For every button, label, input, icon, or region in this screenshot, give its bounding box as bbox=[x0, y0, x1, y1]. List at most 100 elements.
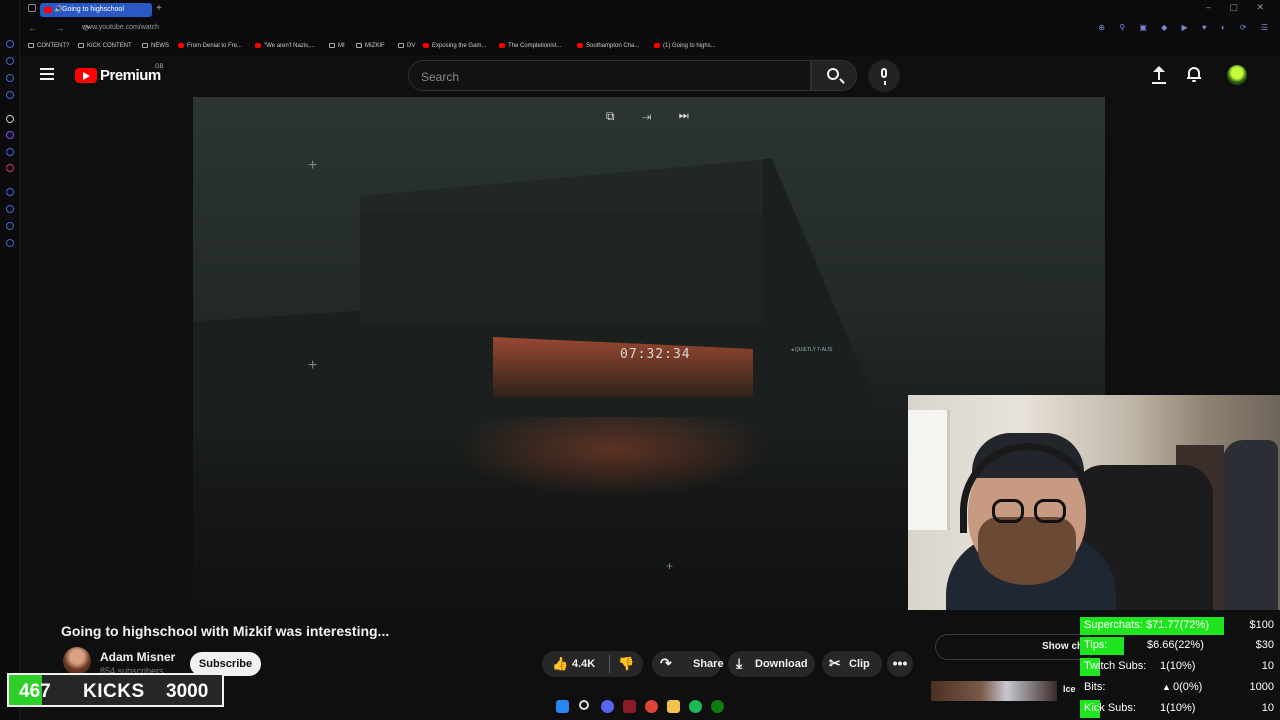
donation-label: Bits: bbox=[1084, 681, 1106, 693]
instagram-icon[interactable] bbox=[6, 164, 14, 172]
extension-icons[interactable]: ⊕ ⚲ ▣ ◆ ▶ ♥ ◐ ⟳ ☰ bbox=[1098, 23, 1274, 32]
donation-goal: 10 bbox=[1261, 702, 1274, 714]
bookmark-item[interactable]: From Denial to Fre... bbox=[178, 43, 242, 49]
bookmark-item[interactable]: MI bbox=[329, 43, 345, 49]
spotify-icon[interactable] bbox=[689, 700, 702, 713]
messenger-icon[interactable] bbox=[6, 148, 14, 156]
new-tab-button[interactable]: + bbox=[156, 3, 162, 14]
bookmark-item[interactable]: KICK CONTENT bbox=[78, 43, 132, 49]
tab-active[interactable]: 🔊 Going to highschool bbox=[40, 3, 152, 17]
folder-icon[interactable] bbox=[667, 700, 680, 713]
notifications-bell-icon[interactable] bbox=[1187, 66, 1201, 82]
tab-bar: 🔊 Going to highschool + – ▢ ✕ bbox=[20, 0, 1280, 19]
tab-title: Going to highschool bbox=[62, 6, 124, 13]
workspaces-icon[interactable] bbox=[28, 4, 36, 12]
search-icon bbox=[827, 68, 839, 80]
clip-button[interactable]: ✂ Clip bbox=[822, 651, 882, 677]
more-actions-button[interactable]: ••• bbox=[887, 651, 913, 677]
search-icon[interactable] bbox=[579, 700, 589, 710]
search-button[interactable] bbox=[811, 60, 857, 91]
crosshair-mark: + bbox=[666, 559, 674, 573]
like-count[interactable]: 4.4K bbox=[572, 658, 595, 670]
donation-label: Tips: bbox=[1084, 639, 1108, 651]
app-icon[interactable] bbox=[623, 700, 636, 713]
sidebar-shortcut-icon[interactable] bbox=[6, 57, 14, 65]
donation-value: 0(0%) bbox=[1173, 681, 1203, 693]
donation-row: Kick Subs: 1(10%) 10 bbox=[1080, 699, 1280, 719]
sidebar-shortcut-icon[interactable] bbox=[6, 74, 14, 82]
sidebar-shortcut-icon[interactable] bbox=[6, 91, 14, 99]
xbox-icon[interactable] bbox=[711, 700, 724, 713]
hamburger-menu-icon[interactable] bbox=[40, 68, 54, 80]
browser-sidebar bbox=[0, 0, 20, 720]
kicks-goal: 3000 bbox=[166, 681, 209, 702]
channel-avatar[interactable] bbox=[63, 647, 91, 675]
share-icon: ↷ bbox=[660, 655, 672, 671]
download-button[interactable]: ⤓ Download bbox=[728, 651, 815, 677]
sidebar-shortcut-icon[interactable] bbox=[6, 188, 14, 196]
donation-goal: 1000 bbox=[1249, 681, 1274, 693]
download-icon: ⤓ bbox=[736, 655, 743, 671]
donation-value: $71.77(72%) bbox=[1146, 619, 1209, 631]
donation-label: Kick Subs: bbox=[1084, 702, 1136, 714]
donation-value: 1(10%) bbox=[1160, 660, 1196, 672]
microphone-icon bbox=[881, 68, 887, 85]
bookmark-item[interactable]: CONTENT? bbox=[28, 43, 69, 49]
bookmark-item[interactable]: "We aren't Nazis,... bbox=[255, 43, 315, 49]
bookmark-item[interactable]: (1) Going to highs... bbox=[654, 43, 716, 49]
recommended-video-title[interactable]: Ice bbox=[1063, 684, 1076, 694]
crosshair-mark: + bbox=[308, 157, 318, 174]
bookmark-item[interactable]: MIZKIF bbox=[356, 43, 385, 49]
speaker-icon[interactable]: 🔊 bbox=[54, 5, 63, 13]
windows-start-icon[interactable] bbox=[556, 700, 569, 713]
search-input[interactable]: Search bbox=[408, 60, 811, 91]
donation-row: Twitch Subs: 1(10%) 10 bbox=[1080, 657, 1280, 677]
share-button[interactable]: ↷ Share bbox=[652, 651, 724, 677]
discord-icon[interactable] bbox=[601, 700, 614, 713]
donation-label: Twitch Subs: bbox=[1084, 660, 1147, 672]
dislike-icon[interactable]: 👎 bbox=[618, 656, 634, 672]
kicks-count: 467 bbox=[19, 681, 51, 702]
bookmark-item[interactable]: NEWS bbox=[142, 43, 169, 49]
clip-label: Clip bbox=[849, 658, 870, 670]
donation-value: $6.66(22%) bbox=[1147, 639, 1204, 651]
bookmark-item[interactable]: The Completionist... bbox=[499, 43, 561, 49]
donation-goal: 10 bbox=[1261, 660, 1274, 672]
donation-goal: $100 bbox=[1249, 619, 1274, 631]
youtube-header: Premium GB Search bbox=[20, 55, 1280, 96]
kicks-goal-bar: 467 KICKS 3000 bbox=[7, 673, 224, 707]
window-controls[interactable]: – ▢ ✕ bbox=[1206, 2, 1272, 13]
share-label: Share bbox=[693, 658, 724, 670]
bookmark-item[interactable]: DV bbox=[398, 43, 415, 49]
logo-region: GB bbox=[155, 64, 164, 70]
sidebar-shortcut-icon[interactable] bbox=[6, 205, 14, 213]
video-title: Going to highschool with Mizkif was inte… bbox=[61, 623, 390, 639]
bookmark-item[interactable]: Southampton Cha... bbox=[577, 43, 639, 49]
show-chat-replay-button[interactable]: Show chat replay bbox=[935, 634, 1095, 660]
bookmark-item[interactable]: Exposing the Gam... bbox=[423, 43, 486, 49]
account-avatar[interactable] bbox=[1227, 65, 1247, 85]
url-field[interactable]: www.youtube.com/watch bbox=[82, 24, 159, 31]
player-control-icons[interactable]: ⧉ ⇥ ⏭ bbox=[606, 109, 701, 125]
webcam-overlay bbox=[908, 395, 1280, 610]
upload-icon[interactable] bbox=[1151, 66, 1167, 84]
crosshair-mark: + bbox=[308, 357, 318, 374]
donation-row: Tips: $6.66(22%) $30 bbox=[1080, 636, 1280, 656]
voice-search-button[interactable] bbox=[868, 60, 900, 92]
download-label: Download bbox=[755, 658, 808, 670]
donation-goal: $30 bbox=[1255, 639, 1274, 651]
settings-icon[interactable] bbox=[6, 239, 14, 247]
chrome-icon[interactable] bbox=[645, 700, 658, 713]
sidebar-shortcut-icon[interactable] bbox=[6, 115, 14, 123]
caret-up-icon: ▲ bbox=[1162, 682, 1171, 692]
sidebar-shortcut-icon[interactable] bbox=[6, 40, 14, 48]
like-icon[interactable]: 👍 bbox=[552, 656, 568, 672]
recommended-video-thumbnail[interactable] bbox=[931, 681, 1057, 701]
twitch-icon[interactable] bbox=[6, 131, 14, 139]
address-bar: ← → ⟳ www.youtube.com/watch ⊕ ⚲ ▣ ◆ ▶ ♥ … bbox=[20, 19, 1280, 38]
sidebar-shortcut-icon[interactable] bbox=[6, 222, 14, 230]
like-dislike-group: 👍 4.4K 👎 bbox=[542, 651, 643, 677]
bookmarks-bar: CONTENT? KICK CONTENT NEWS From Denial t… bbox=[20, 38, 1280, 55]
channel-name[interactable]: Adam Misner bbox=[100, 650, 175, 664]
youtube-favicon-icon bbox=[44, 7, 52, 13]
